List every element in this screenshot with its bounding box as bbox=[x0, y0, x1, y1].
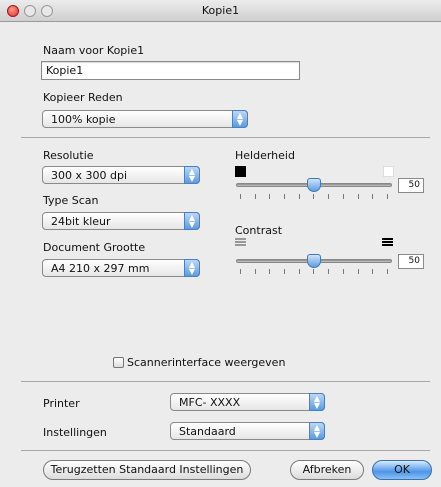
settings-label: Instellingen bbox=[43, 426, 107, 439]
ok-button[interactable]: OK bbox=[372, 460, 432, 480]
separator-top bbox=[21, 137, 430, 138]
document-size-value: A4 210 x 297 mm bbox=[51, 262, 150, 275]
brightness-label: Helderheid bbox=[235, 149, 295, 162]
scan-type-popup[interactable]: 24bit kleur ▲ ▼ bbox=[42, 212, 200, 230]
copy-reason-value: 100% kopie bbox=[51, 113, 116, 126]
copy-dialog-window: Kopie1 Naam voor Kopie1 Kopie1 Kopieer R… bbox=[0, 0, 441, 487]
brightness-dark-icon bbox=[235, 166, 246, 177]
contrast-label: Contrast bbox=[235, 224, 283, 237]
name-input[interactable]: Kopie1 bbox=[41, 61, 300, 80]
title-bar: Kopie1 bbox=[0, 0, 441, 22]
window-title: Kopie1 bbox=[201, 4, 240, 17]
settings-popup[interactable]: Standaard ▲ ▼ bbox=[170, 422, 325, 440]
printer-value: MFC- XXXX bbox=[179, 396, 241, 409]
brightness-slider-thumb[interactable] bbox=[307, 178, 321, 192]
settings-value: Standaard bbox=[179, 425, 236, 438]
contrast-high-icon bbox=[382, 238, 393, 248]
separator-bottom bbox=[21, 450, 430, 451]
reset-defaults-button[interactable]: Terugzetten Standaard Instellingen bbox=[43, 460, 251, 480]
scanner-interface-checkbox[interactable] bbox=[113, 357, 124, 368]
brightness-light-icon bbox=[383, 166, 394, 177]
printer-label: Printer bbox=[43, 397, 80, 410]
popup-arrows-icon: ▲ ▼ bbox=[184, 166, 200, 184]
resolution-label: Resolutie bbox=[43, 149, 94, 162]
document-size-popup[interactable]: A4 210 x 297 mm ▲ ▼ bbox=[42, 259, 200, 277]
popup-arrows-icon: ▲ ▼ bbox=[184, 259, 200, 277]
copy-reason-label: Kopieer Reden bbox=[43, 91, 123, 104]
name-label: Naam voor Kopie1 bbox=[43, 44, 145, 57]
printer-popup[interactable]: MFC- XXXX ▲ ▼ bbox=[170, 393, 325, 411]
scanner-interface-label[interactable]: Scannerinterface weergeven bbox=[127, 356, 285, 369]
cancel-button[interactable]: Afbreken bbox=[290, 460, 364, 480]
popup-arrows-icon: ▲ ▼ bbox=[309, 393, 325, 411]
contrast-ticks bbox=[240, 269, 388, 274]
copy-reason-popup[interactable]: 100% kopie ▲ ▼ bbox=[42, 110, 248, 128]
contrast-value-field[interactable]: 50 bbox=[398, 254, 424, 269]
document-size-label: Document Grootte bbox=[43, 241, 146, 254]
separator-middle bbox=[21, 381, 430, 382]
resolution-value: 300 x 300 dpi bbox=[51, 169, 128, 182]
resolution-popup[interactable]: 300 x 300 dpi ▲ ▼ bbox=[42, 166, 200, 184]
scan-type-label: Type Scan bbox=[43, 194, 99, 207]
contrast-low-icon bbox=[235, 238, 246, 248]
popup-arrows-icon: ▲ ▼ bbox=[309, 422, 325, 440]
popup-arrows-icon: ▲ ▼ bbox=[232, 110, 248, 128]
scan-type-value: 24bit kleur bbox=[51, 215, 111, 228]
contrast-slider-thumb[interactable] bbox=[307, 254, 321, 268]
brightness-value-field[interactable]: 50 bbox=[398, 178, 424, 193]
brightness-ticks bbox=[240, 194, 388, 199]
popup-arrows-icon: ▲ ▼ bbox=[184, 212, 200, 230]
